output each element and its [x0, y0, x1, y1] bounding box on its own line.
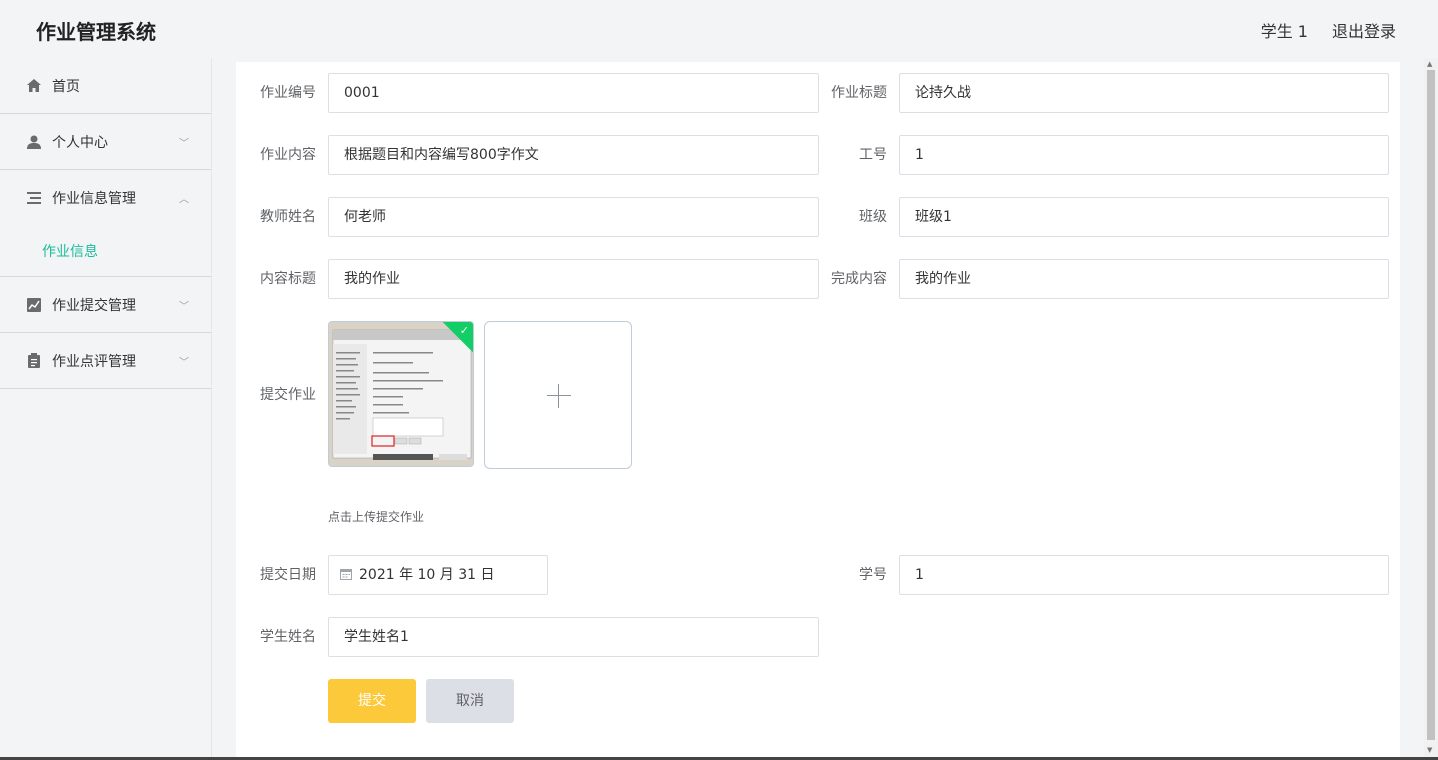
- form-row: 教师姓名 何老师 班级 班级1: [236, 197, 1400, 237]
- sidebar-subitem-homework-info[interactable]: 作业信息: [0, 226, 211, 276]
- homework-no-input[interactable]: 0001: [328, 73, 819, 113]
- sidebar-item-label: 作业信息管理: [52, 191, 136, 207]
- chevron-up-icon: ︿: [179, 194, 189, 206]
- homework-content-label: 作业内容: [260, 147, 316, 163]
- completed-content-label: 完成内容: [831, 271, 887, 287]
- sidebar-item-label: 作业点评管理: [52, 353, 136, 370]
- check-icon: ✓: [459, 324, 469, 337]
- form-row: 提交日期 2021 年 10 月 31 日 学号 1: [236, 555, 1400, 595]
- logout-link[interactable]: 退出登录: [1332, 18, 1396, 42]
- clipboard-icon: [26, 353, 42, 369]
- current-user[interactable]: 学生 1: [1261, 18, 1308, 42]
- cancel-button[interactable]: 取消: [426, 679, 514, 723]
- form-row: 作业编号 0001 作业标题 论持久战: [236, 73, 1400, 113]
- screenshot-preview-image: [329, 322, 473, 466]
- calendar-icon: [340, 569, 352, 580]
- homework-content-input[interactable]: 根据题目和内容编写800字作文: [328, 135, 819, 175]
- student-no-input[interactable]: 1: [899, 555, 1389, 595]
- teacher-name-label: 教师姓名: [260, 209, 316, 225]
- uploaded-file-thumbnail[interactable]: ✓: [328, 321, 474, 467]
- plus-icon: [547, 395, 571, 396]
- homework-no-label: 作业编号: [260, 85, 316, 101]
- scrollbar-thumb[interactable]: [1427, 70, 1435, 740]
- content-title-label: 内容标题: [260, 271, 316, 287]
- page-scrollbar[interactable]: ▲ ▼: [1424, 58, 1438, 760]
- upload-label: 提交作业: [260, 387, 316, 403]
- submit-date-label: 提交日期: [260, 567, 316, 583]
- plus-icon-vertical: [558, 384, 559, 408]
- submit-date-picker[interactable]: 2021 年 10 月 31 日: [328, 555, 548, 595]
- sidebar-item-label: 个人中心: [52, 134, 108, 151]
- staff-no-label: 工号: [859, 147, 887, 163]
- homework-title-label: 作业标题: [831, 85, 887, 101]
- sidebar-item-review-manage[interactable]: 作业点评管理 ﹀: [0, 333, 211, 389]
- sidebar-item-home[interactable]: 首页: [0, 58, 211, 114]
- chevron-down-icon: ﹀: [179, 357, 189, 368]
- form-row: 内容标题 我的作业 完成内容 我的作业: [236, 259, 1400, 299]
- scroll-down-arrow-icon[interactable]: ▼: [1427, 746, 1432, 754]
- sidebar-group-homework-info: 作业信息管理 ︿ 作业信息: [0, 170, 211, 277]
- header-user-area: 学生 1 退出登录: [1261, 18, 1396, 42]
- chart-icon: [26, 297, 42, 313]
- upload-hint: 点击上传提交作业: [328, 510, 425, 524]
- chevron-down-icon: ﹀: [179, 301, 189, 312]
- upload-add-button[interactable]: [484, 321, 632, 469]
- content-title-input[interactable]: 我的作业: [328, 259, 819, 299]
- app-title: 作业管理系统: [36, 20, 156, 44]
- student-no-label: 学号: [859, 567, 887, 583]
- class-label: 班级: [859, 209, 887, 225]
- list-icon: [26, 190, 42, 206]
- homework-form: 作业编号 0001 作业标题 论持久战 作业内容 根据题目和内容编写800字作文…: [236, 62, 1400, 760]
- completed-content-input[interactable]: 我的作业: [899, 259, 1389, 299]
- sidebar-item-label: 首页: [52, 78, 80, 95]
- student-name-label: 学生姓名: [260, 629, 316, 645]
- class-input[interactable]: 班级1: [899, 197, 1389, 237]
- submit-date-value: 2021 年 10 月 31 日: [359, 567, 495, 583]
- user-icon: [26, 134, 42, 150]
- scroll-up-arrow-icon[interactable]: ▲: [1427, 60, 1432, 68]
- chevron-down-icon: ﹀: [179, 138, 189, 149]
- home-icon: [26, 78, 42, 94]
- form-row: 学生姓名 学生姓名1: [236, 617, 1400, 657]
- sidebar: 首页 个人中心 ﹀ 作业信息管理 ︿ 作业信息 作业提交管理 ﹀ 作业点评管理 …: [0, 58, 212, 760]
- sidebar-item-profile[interactable]: 个人中心 ﹀: [0, 114, 211, 170]
- homework-title-input[interactable]: 论持久战: [899, 73, 1389, 113]
- staff-no-input[interactable]: 1: [899, 135, 1389, 175]
- submit-button[interactable]: 提交: [328, 679, 416, 723]
- sidebar-item-homework-info-manage[interactable]: 作业信息管理 ︿: [0, 170, 211, 226]
- sidebar-item-label: 作业提交管理: [52, 297, 136, 314]
- form-row: 作业内容 根据题目和内容编写800字作文 工号 1: [236, 135, 1400, 175]
- teacher-name-input[interactable]: 何老师: [328, 197, 819, 237]
- top-header: 作业管理系统 学生 1 退出登录: [0, 0, 1438, 60]
- student-name-input[interactable]: 学生姓名1: [328, 617, 819, 657]
- sidebar-item-submission-manage[interactable]: 作业提交管理 ﹀: [0, 277, 211, 333]
